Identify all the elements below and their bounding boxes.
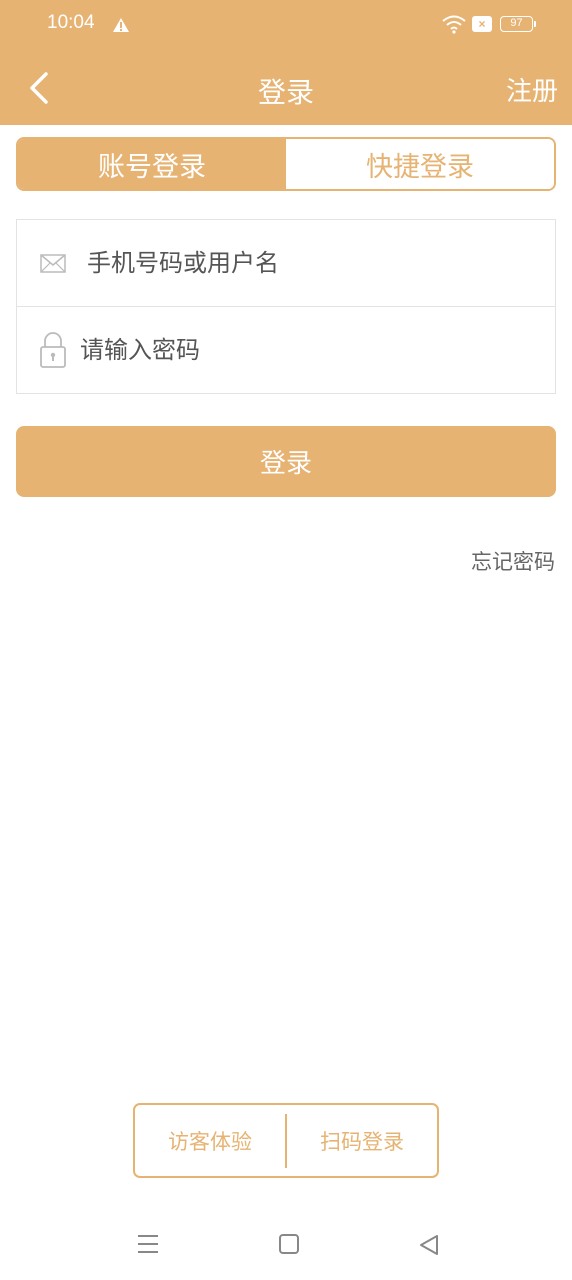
login-mode-tabs: 账号登录 快捷登录 <box>16 137 556 191</box>
login-form <box>16 219 556 394</box>
sim-error-icon: × <box>472 16 492 32</box>
guest-experience-button[interactable]: 访客体验 <box>135 1126 285 1156</box>
register-link[interactable]: 注册 <box>506 71 558 108</box>
triangle-back-icon[interactable] <box>419 1234 439 1260</box>
wifi-icon <box>441 14 467 38</box>
password-row <box>17 307 555 394</box>
tab-quick-login[interactable]: 快捷登录 <box>286 139 554 189</box>
forgot-password-link[interactable]: 忘记密码 <box>471 546 555 576</box>
nav-bar: 登录 注册 <box>0 51 572 125</box>
status-time: 10:04 <box>47 12 95 33</box>
lock-icon <box>39 331 67 373</box>
username-row <box>17 220 555 307</box>
home-square-icon[interactable] <box>279 1234 299 1254</box>
tab-account-login[interactable]: 账号登录 <box>18 139 286 189</box>
scan-login-button[interactable]: 扫码登录 <box>287 1126 437 1156</box>
mail-icon <box>40 254 66 277</box>
alternate-login-options: 访客体验 扫码登录 <box>133 1103 439 1178</box>
battery-icon: 97 <box>500 16 536 32</box>
system-nav-bar <box>0 1210 572 1280</box>
warning-icon <box>112 17 130 37</box>
page-title: 登录 <box>257 76 314 109</box>
status-bar: 10:04 × 97 <box>0 0 572 51</box>
username-input[interactable] <box>87 242 537 284</box>
menu-icon[interactable] <box>137 1234 159 1258</box>
login-button[interactable]: 登录 <box>16 426 556 497</box>
password-input[interactable] <box>80 329 535 371</box>
